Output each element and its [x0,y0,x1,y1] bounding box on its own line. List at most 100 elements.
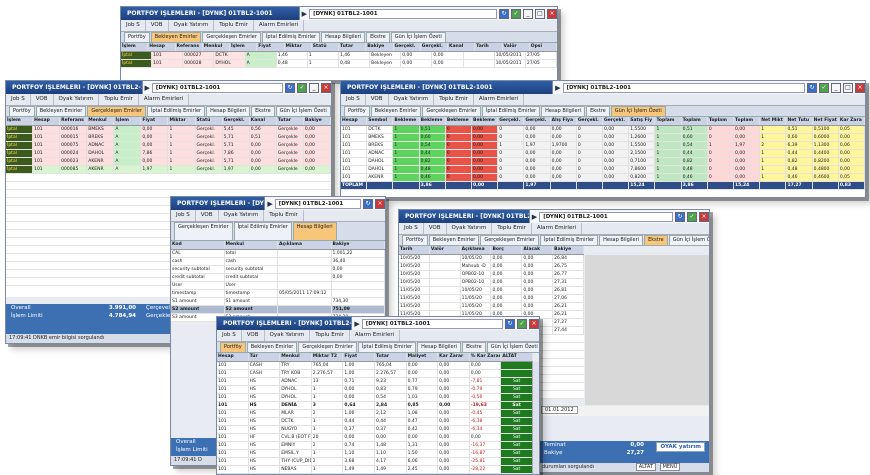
dropdown-arrow-icon[interactable]: ▶ [265,200,274,208]
tab-hesap[interactable]: Hesap Bilgileri [321,32,366,42]
menu-item-oyak[interactable]: Oyak Yatırım [265,330,311,341]
tab-bekleyen[interactable]: Bekleyen Emirler [428,235,480,245]
refresh-icon[interactable]: ↻ [675,211,685,222]
menu-item-job[interactable]: Job S [341,94,366,105]
table-row[interactable]: S1 amount S1 amount 734,30 [171,298,385,306]
table-row[interactable]: 101 AKENR 1 0,46 0 0,00 0 0,00 0,00 0 0,00 0,8200 1 0… [341,174,865,182]
menu-button[interactable]: MENÜ [659,463,681,471]
tab-hesap[interactable]: Hesap Bilgileri [417,342,462,352]
close-icon[interactable]: × [375,198,385,209]
close-icon[interactable]: × [529,318,539,329]
tab-ekstre[interactable]: Ekstre [366,32,390,42]
minimize-icon[interactable]: _ [831,82,841,93]
date-field[interactable]: 01.01.2012 [541,406,578,414]
table-row[interactable]: cash cash 36,40 [171,258,385,266]
menu-item-vob[interactable]: VOB [196,210,219,221]
menu-item-toplu[interactable]: Toplu Emir [99,94,139,105]
menu-item-toplu[interactable]: Toplu Emir [264,210,304,221]
tab-gunici[interactable]: Gün İçi İşlem Özeti [390,32,446,42]
tab-gerceklesen[interactable]: Gerçekleşen Emirler [480,235,539,245]
tab-portfoy[interactable]: Portföy [124,32,150,42]
menu-item-vob[interactable]: VOB [424,223,447,234]
tab-iptal[interactable]: İptal Edilmiş Emirler [146,106,206,116]
tab-bekleyen[interactable]: Bekleyen Emirler [370,106,422,116]
tab-portfoy[interactable]: Portföy [402,235,428,245]
tab-iptal[interactable]: İptal Edilmiş Emirler [481,106,541,116]
title-bar[interactable]: PORTFÖY İŞLEMLERİ - [DYNK] 01TBL2-1001 ▶… [171,197,385,210]
dropdown-arrow-icon[interactable]: ▶ [143,84,152,92]
minimize-icon[interactable]: _ [523,8,533,19]
maximize-icon[interactable]: □ [843,82,853,93]
table-row[interactable]: 101 DCTK 1 0,51 0 0,00 0 0,00 0,00 0 0,00 1,5500 1 0,… [341,126,865,134]
title-bar[interactable]: PORTFÖY İŞLEMLERİ - [DYNK] 01TBL2-1001 ▶… [399,210,709,223]
tab-hesap[interactable]: Hesap Bilgileri [206,106,251,116]
tab-bekleyen[interactable]: Bekleyen Emirler [246,342,298,352]
menu-item-vob[interactable]: VOB [146,20,169,31]
tab-bekleyen[interactable]: Bekleyen Emirler [35,106,87,116]
tab-gunici[interactable]: Gün İçi İşlem Özeti [486,342,539,352]
tab-ekstre[interactable]: Ekstre [462,342,486,352]
table-row[interactable]: 101 DAHOL 1 0,82 0 0,00 0 0,00 0,00 0 0,00 0,7100 1 0… [341,158,865,166]
table-row[interactable]: 10/05/20 OPB02-10 0,00 0,00 26,77 [399,271,584,279]
dropdown-arrow-icon[interactable]: ▶ [352,320,361,328]
table-row[interactable]: 101 DAHOL 1 0,48 0 0,00 0 0,00 0,00 0 0,00 7,8600 1 0… [341,166,865,174]
table-row[interactable]: İptal 101 000085 AKENR A 1,97 1 Gerçekl. 1,97 0,0… [6,166,331,174]
title-bar[interactable]: PORTFÖY İŞLEMLERİ - [DYNK] 01TBL2-1001 ▶… [217,317,539,330]
table-row[interactable]: S2 amount S2 amount 751,09 [171,306,385,314]
title-bar[interactable]: PORTFÖY İŞLEMLERİ - [DYNK] 01TBL2-1001 ▶… [6,81,331,94]
table-row[interactable]: 10/05/20 10/05/20 0,00 0,00 26,84 [399,255,584,263]
menu-item-toplu[interactable]: Toplu Emir [492,223,532,234]
menu-item-oyak[interactable]: Oyak Yatırım [389,94,435,105]
account-selector[interactable]: [DYNK] 01TBL2-1001 [309,8,497,19]
menu-item-oyak[interactable]: Oyak Yatırım [169,20,215,31]
table-row[interactable]: 10/05/20 Mahsub -D 0,00 0,00 26,75 [399,263,584,271]
tab-iptal[interactable]: İptal Edilmiş Emirler [261,32,321,42]
minimize-icon[interactable]: _ [309,82,319,93]
check-icon[interactable]: ✓ [297,82,307,93]
table-row[interactable]: İptal 101 000028 DYHOL A 0,48 1 0,48 Bekleyen 0,0… [121,60,557,68]
table-row[interactable]: İptal 101 000023 AKENR A 0,00 1 Gerçekl. 5,71 0,0… [6,158,331,166]
table-row[interactable]: 101 ADNAC 1 0,44 0 0,00 0 0,00 0,00 0 0,00 2,1500 1 0… [341,150,865,158]
account-selector[interactable]: [DYNK] 01TBL2-1001 [562,82,805,93]
tab-gunici[interactable]: Gün İçi İşlem Özeti [275,106,331,116]
menu-item-oyak[interactable]: Oyak Yatırım [447,223,493,234]
refresh-icon[interactable]: ↻ [807,82,817,93]
menu-item-alarm[interactable]: Alarm Emirleri [139,94,190,105]
table-row[interactable]: İptal 101 000024 DAHOL A 7,86 1 Gerçekl. 7,86 0,0… [6,150,331,158]
tab-portfoy[interactable]: Portföy [220,342,246,352]
table-row[interactable]: 101 BREKS 1 0,54 0 0,00 1 1,97 1,9700 0 0,00 1,5500… [341,142,865,150]
menu-item-job[interactable]: Job S [171,210,196,221]
close-icon[interactable]: × [547,8,557,19]
table-row[interactable]: İptal 101 000016 BMEKS A 0,00 1 Gerçekl. 5,45 0,5… [6,126,331,134]
total-row[interactable]: TOPLAM 3,86 0,00 1,97 15,24 3,86 15,24 17,27 0,8… [341,182,865,190]
refresh-icon[interactable]: ↻ [499,8,509,19]
menu-item-vob[interactable]: VOB [242,330,265,341]
table-row[interactable]: User User [171,282,385,290]
tab-ekstre[interactable]: Ekstre [644,235,668,245]
table-row[interactable]: timestamp timestamp 05/05/2011 17:09:12 [171,290,385,298]
title-bar[interactable]: PORTFÖY İŞLEMLERİ - [DYNK] 01TBL2-1001 ▶… [341,81,865,94]
tab-gerceklesen[interactable]: Gerçekleşen Emirler [174,222,233,240]
account-selector[interactable]: [DYNK] 01TBL2-1001 [361,318,503,329]
menu-item-vob[interactable]: VOB [366,94,389,105]
table-row[interactable]: 101 HS NEBAS 1 1,49 1,49 2,45 0,00 -28,22 Sat [217,466,533,474]
menu-item-vob[interactable]: VOB [31,94,54,105]
table-row[interactable]: İptal 101 000015 BREKS A 0,00 1 Gerçekl. 5,71 0,5… [6,134,331,142]
menu-item-oyak[interactable]: Oyak Yatırım [54,94,100,105]
check-icon[interactable]: ✓ [517,318,527,329]
refresh-icon[interactable]: ↻ [363,198,373,209]
menu-item-toplu[interactable]: Toplu Emir [310,330,350,341]
account-selector[interactable]: [DYNK] 01TBL2-1001 [151,82,283,93]
table-row[interactable]: İptal 101 000075 ADNAC A 0,00 1 Gerçekl. 5,71 0,0… [6,142,331,150]
table-row[interactable]: İptal 101 000027 DCTK A 1,46 1 1,46 Bekleyen 0,00… [121,52,557,60]
menu-item-job[interactable]: Job S [121,20,146,31]
scrollbar[interactable] [532,362,539,474]
tab-bekleyen[interactable]: Bekleyen Emirler [150,32,202,42]
menu-item-alarm[interactable]: Alarm Emirleri [350,330,401,341]
dropdown-arrow-icon[interactable]: ▶ [553,84,562,92]
table-row[interactable]: 101 HS NUGYO 1 0,37 0,37 0,42 0,00 -6,34 Sat [217,426,533,434]
altat-button[interactable]: ALTAT [635,463,656,471]
tab-gerceklesen[interactable]: Gerçekleşen Emirler [202,32,261,42]
menu-item-alarm[interactable]: Alarm Emirleri [474,94,525,105]
dropdown-arrow-icon[interactable]: ▶ [530,213,539,221]
